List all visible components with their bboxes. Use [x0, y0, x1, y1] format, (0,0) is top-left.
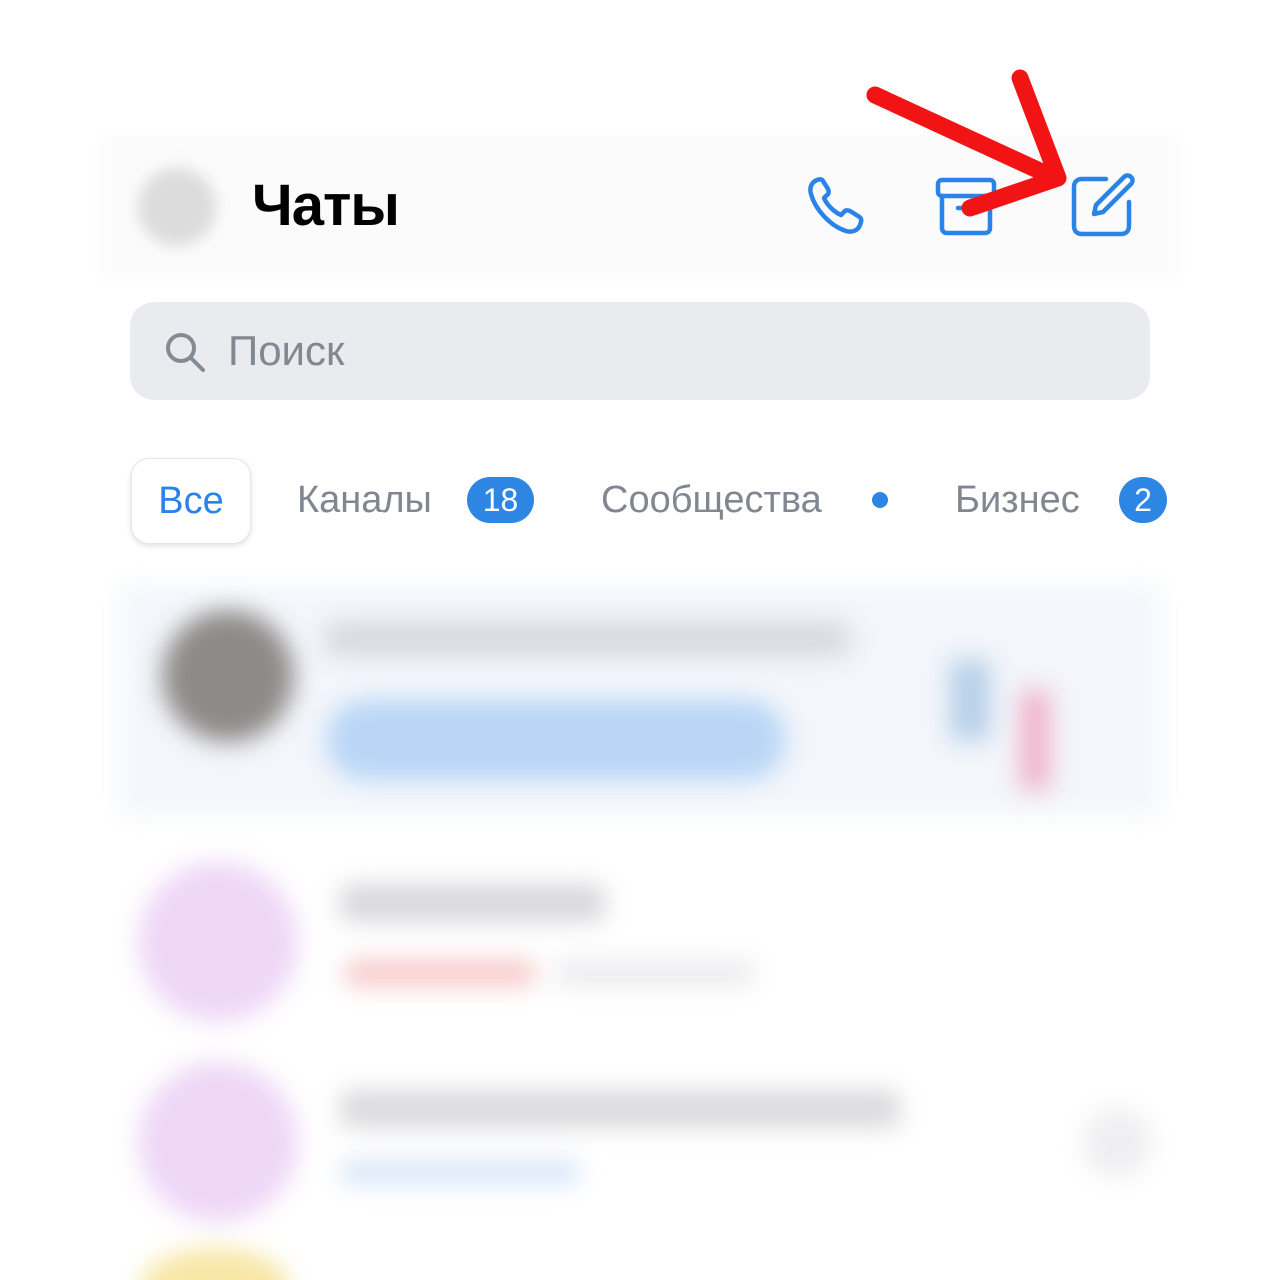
- tab-channels-label: Каналы: [297, 479, 432, 521]
- search-input[interactable]: [228, 320, 1108, 382]
- chat-preview-pill-blurred: [326, 700, 786, 780]
- search-icon: [166, 333, 205, 372]
- tab-business-label: Бизнес: [955, 479, 1080, 521]
- tab-communities-label: Сообщества: [601, 479, 822, 521]
- search-bar[interactable]: [130, 302, 1150, 400]
- chat-avatar[interactable]: [138, 862, 298, 1022]
- chat-avatar[interactable]: [140, 1248, 290, 1280]
- tab-business[interactable]: Бизнес: [955, 476, 1080, 524]
- profile-avatar[interactable]: [138, 168, 216, 246]
- chat-title-blurred: [325, 622, 850, 656]
- chat-unread-indicator-blurred: [1082, 1108, 1152, 1178]
- chat-preview-blurred: [340, 1160, 580, 1184]
- chat-title-blurred: [340, 884, 605, 922]
- channels-count-badge: 18: [467, 477, 534, 523]
- business-count-badge: 2: [1119, 477, 1167, 523]
- page-title: Чаты: [252, 173, 400, 238]
- tab-channels[interactable]: Каналы: [297, 476, 432, 524]
- annotation-arrow: [860, 60, 1080, 230]
- chat-preview-blurred: [345, 960, 535, 986]
- chats-screen: Чаты Все Кан: [0, 0, 1280, 1280]
- chat-title-blurred: [340, 1090, 900, 1128]
- tab-all[interactable]: Все: [131, 458, 251, 544]
- chat-thumbnail-blurred: [950, 660, 990, 740]
- chat-avatar[interactable]: [138, 1062, 298, 1222]
- chat-decoration-blurred: [1020, 690, 1050, 790]
- chat-avatar: [162, 610, 294, 742]
- tab-all-label: Все: [158, 479, 224, 522]
- tab-communities[interactable]: Сообщества: [601, 476, 822, 524]
- communities-unread-dot: [872, 492, 888, 508]
- chat-preview-blurred: [555, 960, 755, 986]
